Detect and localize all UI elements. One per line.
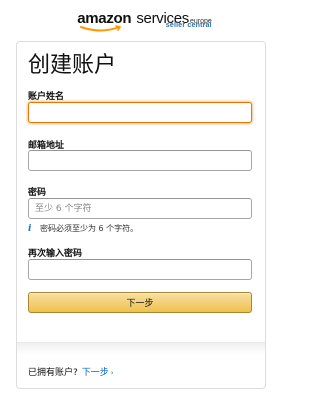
page-title: 创建账户 xyxy=(28,53,117,78)
create-account-card: 创建账户 账户姓名 邮箱地址 密码 i 密码必须至少为 6 个字符。 再次输入密… xyxy=(16,41,266,389)
password-hint: i 密码必须至少为 6 个字符。 xyxy=(28,223,138,234)
signin-prompt: 已拥有账户? 下一步 › xyxy=(28,365,114,378)
name-input[interactable] xyxy=(28,102,252,123)
logo-subtitle: seller central xyxy=(165,22,212,29)
password-hint-text: 密码必须至少为 6 个字符。 xyxy=(40,224,139,233)
name-label: 账户姓名 xyxy=(28,92,65,102)
chevron-right-icon: › xyxy=(110,369,114,377)
email-input[interactable] xyxy=(28,150,252,171)
signin-link[interactable]: 下一步 › xyxy=(82,368,114,378)
amazon-services-logo: amazon serviceseurope seller central xyxy=(0,8,289,34)
password-label: 密码 xyxy=(28,188,47,198)
info-icon: i xyxy=(28,223,32,234)
confirm-password-label: 再次输入密码 xyxy=(28,249,83,259)
next-step-button[interactable]: 下一步 xyxy=(28,292,252,313)
have-account-text: 已拥有账户? xyxy=(28,368,78,378)
section-divider xyxy=(17,342,265,355)
confirm-password-input[interactable] xyxy=(28,259,252,280)
password-input[interactable] xyxy=(28,198,252,219)
signin-link-text: 下一步 xyxy=(81,368,109,378)
logo-smile-icon xyxy=(80,25,122,32)
